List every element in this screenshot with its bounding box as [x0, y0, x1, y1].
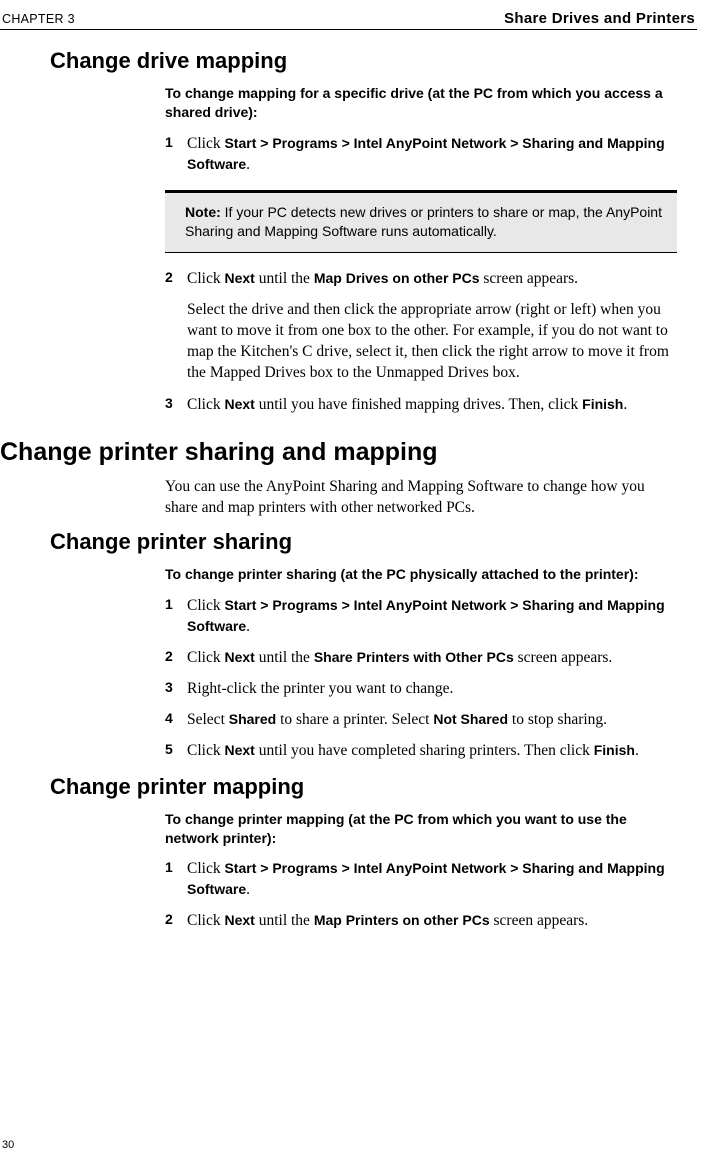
step-text: Select Shared to share a printer. Select… [187, 710, 607, 731]
text-fragment: to share a printer. Select [276, 711, 433, 728]
step-3: 3 Right-click the printer you want to ch… [165, 679, 677, 700]
page-number: 30 [2, 1139, 14, 1151]
step-2: 2 Click Next until the Map Drives on oth… [165, 269, 677, 290]
bold-text: Finish [594, 742, 635, 758]
step-4: 4 Select Shared to share a printer. Sele… [165, 710, 677, 731]
step-text: Click Next until you have finished mappi… [187, 395, 627, 416]
step-1: 1 Click Start > Programs > Intel AnyPoin… [165, 859, 677, 901]
bold-text: Start > Programs > Intel AnyPoint Networ… [187, 860, 665, 897]
section4-intro: To change printer mapping (at the PC fro… [165, 810, 677, 848]
bold-text: Mapped Drives [210, 364, 306, 381]
heading-change-printer-sharing-mapping: Change printer sharing and mapping [0, 438, 697, 467]
bold-text: Not Shared [433, 711, 508, 727]
text-fragment: . [246, 881, 250, 898]
text-fragment: screen appears. [490, 912, 589, 929]
chapter-label: CHAPTER 3 [2, 12, 75, 26]
step-number: 3 [165, 679, 187, 700]
section3-intro: To change printer sharing (at the PC phy… [165, 565, 677, 584]
step-text: Right-click the printer you want to chan… [187, 679, 453, 700]
step-3: 3 Click Next until you have finished map… [165, 395, 677, 416]
bold-text: Start > Programs > Intel AnyPoint Networ… [187, 597, 665, 634]
step-2: 2 Click Next until the Share Printers wi… [165, 648, 677, 669]
text-fragment: Click [187, 396, 224, 413]
text-fragment: Click [187, 597, 224, 614]
heading-change-printer-sharing: Change printer sharing [50, 529, 697, 555]
step-number: 1 [165, 596, 187, 638]
text-fragment: until the [255, 649, 314, 666]
page-header: CHAPTER 3 Share Drives and Printers [0, 10, 697, 30]
bold-text: Map Drives on other PCs [314, 270, 480, 286]
step-text: Click Next until you have completed shar… [187, 741, 639, 762]
text-fragment: until the [255, 270, 314, 287]
text-fragment: to stop sharing. [508, 711, 607, 728]
step-number: 3 [165, 395, 187, 416]
text-fragment: until you have finished mapping drives. … [255, 396, 582, 413]
header-title: Share Drives and Printers [504, 10, 695, 27]
step-number: 1 [165, 859, 187, 901]
text-fragment: Click [187, 649, 224, 666]
text-fragment: screen appears. [480, 270, 579, 287]
step-1: 1 Click Start > Programs > Intel AnyPoin… [165, 596, 677, 638]
section1-content: To change mapping for a specific drive (… [165, 84, 677, 416]
step-number: 2 [165, 648, 187, 669]
bold-text: Next [224, 912, 254, 928]
bold-text: Map Printers on other PCs [314, 912, 490, 928]
heading-change-drive-mapping: Change drive mapping [50, 48, 697, 74]
text-fragment: box to the [306, 364, 376, 381]
section3-content: To change printer sharing (at the PC phy… [165, 565, 677, 761]
bold-text: Next [224, 396, 254, 412]
step-1: 1 Click Start > Programs > Intel AnyPoin… [165, 134, 677, 176]
text-fragment: Click [187, 912, 224, 929]
note-text: If your PC detects new drives or printer… [185, 204, 662, 240]
bold-text: Next [224, 649, 254, 665]
text-fragment: screen appears. [514, 649, 613, 666]
text-fragment: Click [187, 135, 224, 152]
step-text: Click Next until the Map Drives on other… [187, 269, 578, 290]
step-text: Click Start > Programs > Intel AnyPoint … [187, 859, 677, 901]
text-fragment: box. [489, 364, 520, 381]
text-fragment: Click [187, 860, 224, 877]
bold-text: Shared [229, 711, 276, 727]
text-fragment: . [246, 156, 250, 173]
text-fragment: . [623, 396, 627, 413]
step-number: 5 [165, 741, 187, 762]
step-text: Click Start > Programs > Intel AnyPoint … [187, 134, 677, 176]
text-fragment: . [246, 618, 250, 635]
text-fragment: until you have completed sharing printer… [255, 742, 594, 759]
step-number: 2 [165, 269, 187, 290]
section2-para: You can use the AnyPoint Sharing and Map… [165, 477, 677, 519]
text-fragment: . [635, 742, 639, 759]
text-fragment: Select [187, 711, 229, 728]
step-2: 2 Click Next until the Map Printers on o… [165, 911, 677, 932]
section1-intro: To change mapping for a specific drive (… [165, 84, 677, 122]
step-text: Click Start > Programs > Intel AnyPoint … [187, 596, 677, 638]
section4-content: To change printer mapping (at the PC fro… [165, 810, 677, 933]
step-text: Click Next until the Map Printers on oth… [187, 911, 588, 932]
step-text: Click Next until the Share Printers with… [187, 648, 612, 669]
note-label: Note: [185, 204, 225, 220]
note-box: Note: If your PC detects new drives or p… [165, 190, 677, 253]
bold-text: Next [224, 270, 254, 286]
bold-text: Next [224, 742, 254, 758]
heading-change-printer-mapping: Change printer mapping [50, 774, 697, 800]
text-fragment: Click [187, 742, 224, 759]
bold-text: Start > Programs > Intel AnyPoint Networ… [187, 135, 665, 172]
section2-content: You can use the AnyPoint Sharing and Map… [165, 477, 677, 519]
text-fragment: until the [255, 912, 314, 929]
step-number: 2 [165, 911, 187, 932]
step-number: 4 [165, 710, 187, 731]
step-number: 1 [165, 134, 187, 176]
step-5: 5 Click Next until you have completed sh… [165, 741, 677, 762]
step-2-subtext: Select the drive and then click the appr… [187, 300, 677, 384]
bold-text: Share Printers with Other PCs [314, 649, 514, 665]
bold-text: Unmapped Drives [376, 364, 489, 381]
text-fragment: Click [187, 270, 224, 287]
bold-text: Finish [582, 396, 623, 412]
